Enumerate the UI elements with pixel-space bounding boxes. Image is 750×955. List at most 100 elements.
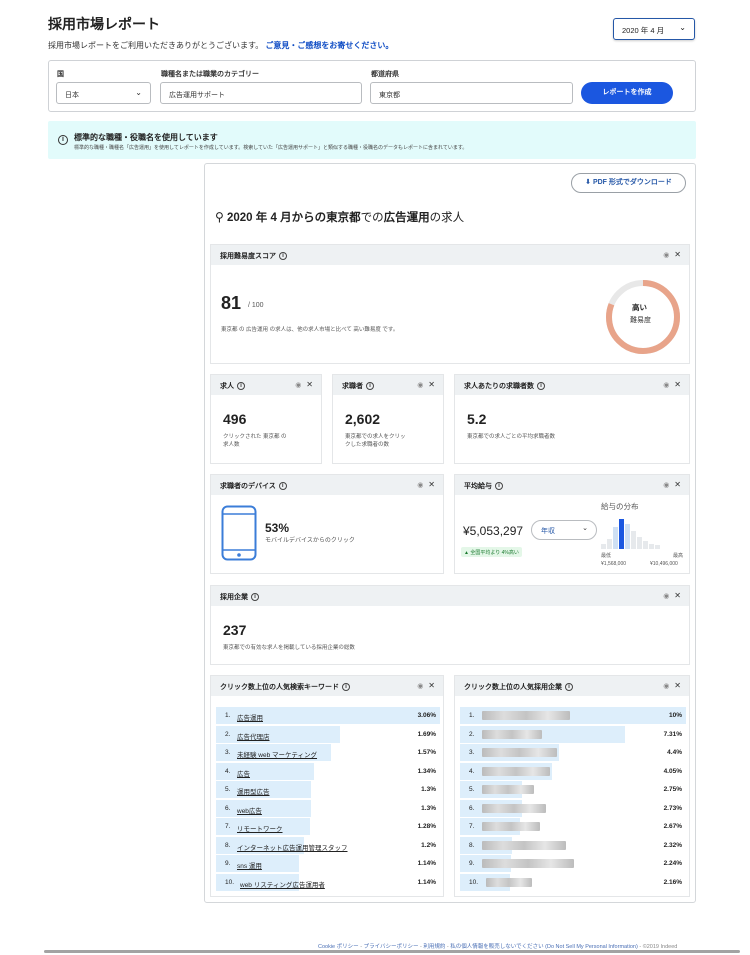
keyword-bar (216, 725, 340, 743)
camera-icon[interactable]: ◉ (663, 482, 669, 489)
pdf-download-button[interactable]: ⬇ PDF 形式でダウンロード (571, 173, 686, 193)
blurred-company-name[interactable] (482, 711, 570, 720)
company-value: 10% (668, 712, 682, 719)
create-report-button[interactable]: レポートを作成 (581, 82, 673, 104)
company-index: 10. (469, 878, 479, 886)
difficulty-level: 高い (632, 303, 647, 312)
keyword-value: 1.57% (417, 749, 436, 756)
close-icon[interactable]: ✕ (428, 681, 435, 690)
heading-location: 東京都 (326, 212, 361, 224)
blurred-company-name[interactable] (486, 877, 532, 887)
feedback-link[interactable]: ご意見・ご感想をお寄せください。 (265, 41, 393, 50)
close-icon[interactable]: ✕ (674, 380, 681, 389)
camera-icon[interactable]: ◉ (663, 382, 669, 389)
company-value: 2.75% (663, 786, 682, 793)
jobs-desc: クリックされた 東京都 の求人数 (223, 434, 287, 448)
blurred-company-name[interactable] (482, 766, 550, 776)
info-icon[interactable]: i (342, 683, 350, 692)
blurred-company-name[interactable] (482, 840, 566, 850)
company-row: 4. 4.05% (460, 762, 686, 780)
company-index: 2. (469, 730, 475, 738)
salary-min-value: ¥1,568,000 (601, 561, 627, 567)
horizontal-scrollbar[interactable] (44, 950, 740, 953)
salary-badge: ▲ 全国平均より 4%高い (461, 547, 522, 557)
salary-period: 年収 (541, 528, 555, 535)
info-icon[interactable]: i (279, 252, 287, 261)
company-row: 6. 2.73% (460, 799, 686, 817)
info-icon[interactable]: i (278, 482, 287, 491)
top-companies-card: クリック数上位の人気採用企業 i ◉ ✕ 1. 10% 2. 7.31% 3. 4.4% 4. 4… (454, 675, 690, 897)
companies-value: 237 (223, 622, 247, 638)
keyword-index: 7. (225, 823, 231, 830)
keyword-link[interactable]: 運用型広告 (237, 786, 270, 796)
salary-dist-title: 給与の分布 (601, 502, 639, 511)
month-select[interactable]: 2020 年 4 月 ⌄ (613, 18, 695, 40)
job-input[interactable]: 広告運用サポート (160, 82, 362, 104)
keyword-link[interactable]: web広告 (237, 805, 262, 815)
keyword-index: 4. (225, 767, 231, 775)
blurred-company-name[interactable] (482, 785, 534, 794)
report-heading: ⚲ 2020 年 4 月からの東京都での広告運用の求人 (215, 209, 464, 225)
camera-icon[interactable]: ◉ (417, 683, 423, 690)
blurred-company-name[interactable] (482, 859, 574, 868)
blurred-company-name[interactable] (482, 729, 542, 739)
info-icon[interactable]: i (537, 382, 545, 391)
info-icon[interactable]: i (495, 482, 503, 491)
blurred-company-name[interactable] (482, 803, 546, 813)
card-title: 求人 (220, 383, 234, 390)
notice-body: 標準的な職種・職種名「広告運用」を使用してレポートを作成しています。検索していた… (74, 145, 468, 151)
camera-icon[interactable]: ◉ (663, 683, 669, 690)
keyword-link[interactable]: リモートワーク (237, 823, 283, 833)
info-icon[interactable]: i (366, 382, 374, 391)
info-icon[interactable]: i (565, 683, 573, 692)
salary-period-select[interactable]: 年収 ⌄ (531, 520, 597, 540)
info-icon[interactable]: i (251, 593, 259, 602)
camera-icon[interactable]: ◉ (295, 382, 301, 389)
card-controls: ◉ ✕ (417, 380, 435, 389)
card-header: 求職者 i ◉ ✕ (333, 375, 443, 395)
card-title: 求職者 (342, 383, 363, 390)
device-desc: モバイルデバイスからのクリック (265, 538, 355, 544)
country-select[interactable]: 日本 ⌄ (56, 82, 151, 104)
keyword-link[interactable]: 広告運用 (237, 712, 263, 722)
close-icon[interactable]: ✕ (428, 380, 435, 389)
notice-banner: i 標準的な職種・役職名を使用しています 標準的な職種・職種名「広告運用」を使用… (48, 121, 696, 159)
card-controls: ◉ ✕ (295, 380, 313, 389)
close-icon[interactable]: ✕ (674, 250, 681, 259)
blurred-company-name[interactable] (482, 748, 557, 757)
keyword-link[interactable]: sns 運用 (237, 860, 262, 870)
keyword-link[interactable]: web リスティング広告運用者 (240, 879, 325, 889)
blurred-company-name[interactable] (482, 822, 540, 831)
keyword-link[interactable]: インターネット広告運用管理スタッフ (237, 842, 348, 852)
keyword-value: 1.28% (417, 823, 436, 830)
close-icon[interactable]: ✕ (428, 480, 435, 489)
salary-max-label: 最高 (673, 553, 684, 559)
info-icon[interactable]: i (237, 382, 245, 391)
pref-input[interactable]: 東京都 (370, 82, 573, 104)
keyword-value: 1.69% (417, 730, 436, 738)
card-title: 採用企業 (220, 594, 248, 601)
camera-icon[interactable]: ◉ (663, 593, 669, 600)
camera-icon[interactable]: ◉ (417, 482, 423, 489)
card-header: 求人あたりの求職者数 i ◉ ✕ (455, 375, 689, 395)
country-value: 日本 (65, 92, 79, 99)
camera-icon[interactable]: ◉ (417, 382, 423, 389)
card-header: 求人 i ◉ ✕ (211, 375, 321, 395)
seekers-card: 求職者 i ◉ ✕ 2,602 東京都での求人をクリックした求職者の数 (332, 374, 444, 464)
close-icon[interactable]: ✕ (674, 681, 681, 690)
keyword-link[interactable]: 広告 (237, 768, 250, 778)
keyword-row: 3. 未経験 web マーケティング 1.57% (216, 744, 440, 761)
close-icon[interactable]: ✕ (306, 380, 313, 389)
keyword-value: 1.3% (421, 786, 436, 793)
card-header: 平均給与 i ◉ ✕ (455, 475, 689, 495)
camera-icon[interactable]: ◉ (663, 252, 669, 259)
close-icon[interactable]: ✕ (674, 480, 681, 489)
card-title: 採用難易度スコア (220, 253, 276, 260)
card-header: 求職者のデバイス i ◉ ✕ (211, 475, 443, 495)
close-icon[interactable]: ✕ (674, 591, 681, 600)
per-job-desc: 東京都での求人ごとの平均求職者数 (467, 434, 555, 440)
keyword-link[interactable]: 広告代理店 (237, 731, 270, 741)
keyword-link[interactable]: 未経験 web マーケティング (237, 749, 317, 759)
keyword-value: 1.14% (417, 860, 436, 867)
company-index: 1. (469, 712, 475, 719)
